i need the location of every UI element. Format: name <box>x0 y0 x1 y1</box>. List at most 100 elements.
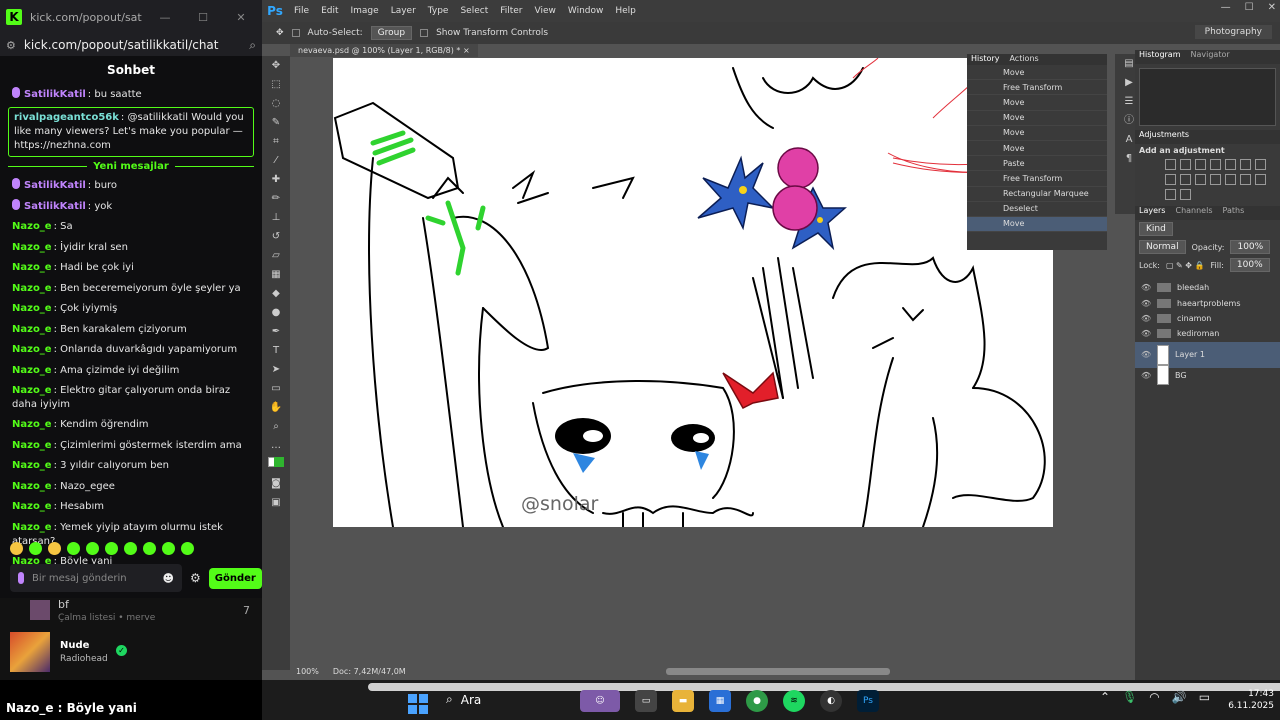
visibility-eye-icon[interactable]: 👁 <box>1141 299 1151 308</box>
chrome-icon[interactable]: ● <box>746 690 768 712</box>
workspace-switcher[interactable]: Photography <box>1194 25 1272 39</box>
menu-type[interactable]: Type <box>422 6 455 16</box>
chat-username[interactable]: Nazo_e <box>12 242 52 253</box>
emoji-picker-icon[interactable]: ☻ <box>163 572 174 585</box>
chat-username[interactable]: Nazo_e <box>12 324 52 335</box>
history-state[interactable]: Move <box>967 65 1107 81</box>
menu-help[interactable]: Help <box>609 6 642 16</box>
hand-tool-icon[interactable]: ✋ <box>262 398 290 417</box>
mixer-icon[interactable] <box>1195 174 1206 185</box>
lock-icons[interactable]: ▢ ✎ ✥ 🔒 <box>1166 261 1205 270</box>
exposure-icon[interactable] <box>1210 159 1221 170</box>
document-tab[interactable]: nevaeva.psd @ 100% (Layer 1, RGB/8) * × <box>290 44 478 57</box>
screen-mode-icon[interactable]: ▣ <box>262 493 290 512</box>
tab-history[interactable]: History <box>971 54 999 65</box>
crop-tool-icon[interactable]: ⌗ <box>262 132 290 151</box>
chat-message-list[interactable]: SatilikKatil: bu saatte rivalpageantco56k… <box>0 84 262 572</box>
vibrance-icon[interactable] <box>1225 159 1236 170</box>
chat-username[interactable]: Nazo_e <box>12 481 52 492</box>
zoom-icon[interactable]: ⌕ <box>249 38 256 53</box>
chat-input[interactable]: Bir mesaj gönderin ☻ <box>10 564 182 592</box>
more-tools-icon[interactable]: … <box>262 436 290 455</box>
taskbar-search[interactable]: ⌕ Ara <box>446 692 481 707</box>
chat-settings-icon[interactable]: ⚙ <box>190 571 201 585</box>
widgets-icon[interactable]: ☺ <box>580 690 620 712</box>
lasso-tool-icon[interactable]: ◌ <box>262 94 290 113</box>
dodge-tool-icon[interactable]: ● <box>262 303 290 322</box>
menu-image[interactable]: Image <box>345 6 385 16</box>
obs-icon[interactable]: ◐ <box>820 690 842 712</box>
liked-check-icon[interactable]: ✓ <box>116 645 127 656</box>
chat-username[interactable]: Nazo_e <box>12 303 52 314</box>
emote-icon[interactable] <box>181 542 194 555</box>
emote-icon[interactable] <box>48 542 61 555</box>
tab-actions[interactable]: Actions <box>1009 54 1038 65</box>
tab-layers[interactable]: Layers <box>1139 206 1165 220</box>
history-state[interactable]: Rectangular Marquee <box>967 187 1107 202</box>
opacity-input[interactable]: 100% <box>1230 240 1271 254</box>
emote-icon[interactable] <box>29 542 42 555</box>
chat-username[interactable]: rivalpageantco56k <box>14 112 119 123</box>
menu-edit[interactable]: Edit <box>315 6 344 16</box>
chat-username[interactable]: Nazo_e <box>12 460 52 471</box>
emote-icon[interactable] <box>124 542 137 555</box>
stamp-tool-icon[interactable]: ⊥ <box>262 208 290 227</box>
visibility-eye-icon[interactable]: 👁 <box>1141 371 1151 380</box>
quick-select-tool-icon[interactable]: ✎ <box>262 113 290 132</box>
tab-channels[interactable]: Channels <box>1175 206 1212 220</box>
invert-icon[interactable] <box>1225 174 1236 185</box>
show-transform-checkbox[interactable] <box>420 29 429 37</box>
layer-row[interactable]: 👁 kediroman <box>1135 326 1280 341</box>
wifi-icon[interactable]: ◠ <box>1149 690 1159 704</box>
microphone-icon[interactable]: 🎙 <box>1122 690 1137 704</box>
posterize-icon[interactable] <box>1240 174 1251 185</box>
send-button[interactable]: Gönder <box>208 567 262 589</box>
playlist-row[interactable]: bf Çalma listesi • merve 7 <box>0 598 262 623</box>
type-tool-icon[interactable]: T <box>262 341 290 360</box>
menu-view[interactable]: View <box>529 6 562 16</box>
battery-icon[interactable]: ▭ <box>1199 690 1210 704</box>
layer-row[interactable]: 👁 BG <box>1135 365 1280 386</box>
visibility-eye-icon[interactable]: 👁 <box>1141 314 1151 323</box>
tab-adjustments[interactable]: Adjustments <box>1139 130 1189 144</box>
tab-histogram[interactable]: Histogram <box>1139 50 1181 64</box>
taskbar-clock[interactable]: 17:43 6.11.2025 <box>1228 688 1274 712</box>
chat-username[interactable]: SatilikKatil <box>24 89 86 100</box>
chat-username[interactable]: Nazo_e <box>12 344 52 355</box>
menu-file[interactable]: File <box>288 6 315 16</box>
layer-kind-dropdown[interactable]: Kind <box>1139 222 1173 236</box>
gradient-tool-icon[interactable]: ▦ <box>262 265 290 284</box>
history-brush-tool-icon[interactable]: ↺ <box>262 227 290 246</box>
history-state[interactable]: Move <box>967 126 1107 141</box>
chat-username[interactable]: Nazo_e <box>12 385 52 396</box>
shape-tool-icon[interactable]: ▭ <box>262 379 290 398</box>
layer-row[interactable]: 👁 haeartproblems <box>1135 295 1280 310</box>
history-state[interactable]: Move <box>967 216 1107 233</box>
color-swatch-icon[interactable] <box>262 455 290 474</box>
url-text[interactable]: kick.com/popout/satilikkatil/chat <box>24 38 241 52</box>
zoom-tool-icon[interactable]: ⌕ <box>262 417 290 436</box>
site-settings-icon[interactable]: ⚙ <box>6 39 16 52</box>
zoom-level[interactable]: 100% <box>296 667 319 676</box>
layer-row[interactable]: 👁 cinamon <box>1135 311 1280 326</box>
task-view-icon[interactable]: ▭ <box>635 690 657 712</box>
visibility-eye-icon[interactable]: 👁 <box>1141 350 1151 359</box>
menu-filter[interactable]: Filter <box>494 6 528 16</box>
eyedropper-tool-icon[interactable]: ⁄ <box>262 151 290 170</box>
fill-input[interactable]: 100% <box>1229 258 1270 272</box>
tab-paths[interactable]: Paths <box>1223 206 1245 220</box>
ps-minimize-button[interactable]: — <box>1221 2 1231 13</box>
document-tab-close-icon[interactable]: × <box>463 46 470 55</box>
eraser-tool-icon[interactable]: ▱ <box>262 246 290 265</box>
chat-username[interactable]: Nazo_e <box>12 283 52 294</box>
chat-username[interactable]: SatilikKatil <box>24 180 86 191</box>
history-state[interactable]: Free Transform <box>967 171 1107 187</box>
hue-icon[interactable] <box>1240 159 1251 170</box>
move-tool-icon[interactable]: ✥ <box>262 56 290 75</box>
chat-username[interactable]: Nazo_e <box>12 522 52 533</box>
start-button[interactable] <box>408 694 428 714</box>
emote-icon[interactable] <box>86 542 99 555</box>
chat-username[interactable]: Nazo_e <box>12 365 52 376</box>
maximize-button[interactable]: ☐ <box>188 11 218 24</box>
auto-select-dropdown[interactable]: Group <box>370 26 413 40</box>
